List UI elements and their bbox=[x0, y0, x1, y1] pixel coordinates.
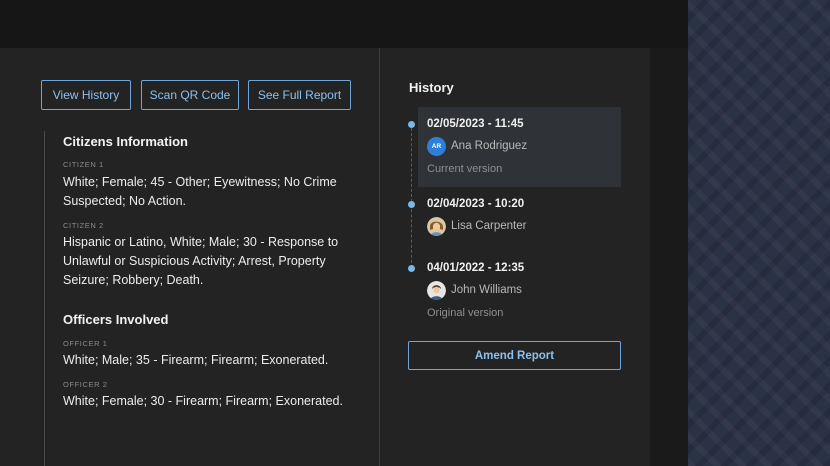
content-rule bbox=[44, 131, 45, 466]
avatar: AR bbox=[427, 137, 446, 156]
history-entry-author: Ana Rodriguez bbox=[451, 140, 528, 152]
timeline-dot bbox=[408, 265, 415, 272]
history-entry-date: 02/05/2023 - 11:45 bbox=[427, 118, 524, 130]
officer-2-details: White; Female; 30 - Firearm; Firearm; Ex… bbox=[63, 394, 343, 408]
avatar bbox=[427, 217, 446, 236]
person-photo-icon bbox=[427, 217, 446, 236]
timeline-dot bbox=[408, 121, 415, 128]
view-history-button[interactable]: View History bbox=[41, 80, 131, 110]
citizen-1-details: White; Female; 45 - Other; Eyewitness; N… bbox=[63, 175, 337, 208]
background-pattern bbox=[688, 0, 830, 466]
citizen-2-label: CITIZEN 2 bbox=[63, 221, 104, 230]
officer-1-label: OFFICER 1 bbox=[63, 339, 108, 348]
timeline-line bbox=[411, 128, 412, 268]
citizens-information-heading: Citizens Information bbox=[63, 134, 188, 149]
amend-report-button[interactable]: Amend Report bbox=[408, 341, 621, 370]
timeline-dot bbox=[408, 201, 415, 208]
person-photo-icon bbox=[427, 281, 446, 300]
avatar bbox=[427, 281, 446, 300]
top-bar bbox=[0, 0, 688, 48]
officer-2-label: OFFICER 2 bbox=[63, 380, 108, 389]
citizen-2-details: Hispanic or Latino, White; Male; 30 - Re… bbox=[63, 235, 339, 287]
scan-qr-code-button[interactable]: Scan QR Code bbox=[141, 80, 239, 110]
history-entry-note: Current version bbox=[427, 163, 503, 175]
history-heading: History bbox=[409, 80, 454, 95]
citizen-1-label: CITIZEN 1 bbox=[63, 160, 104, 169]
history-entry-date[interactable]: 04/01/2022 - 12:35 bbox=[427, 262, 524, 274]
officers-involved-heading: Officers Involved bbox=[63, 312, 169, 327]
panel-divider bbox=[379, 48, 380, 466]
history-entry-author: Lisa Carpenter bbox=[451, 220, 527, 232]
officer-1-details: White; Male; 35 - Firearm; Firearm; Exon… bbox=[63, 353, 329, 367]
history-entry-author: John Williams bbox=[451, 284, 522, 296]
history-entry-date[interactable]: 02/04/2023 - 10:20 bbox=[427, 198, 524, 210]
history-entry-note: Original version bbox=[427, 307, 504, 319]
see-full-report-button[interactable]: See Full Report bbox=[248, 80, 351, 110]
